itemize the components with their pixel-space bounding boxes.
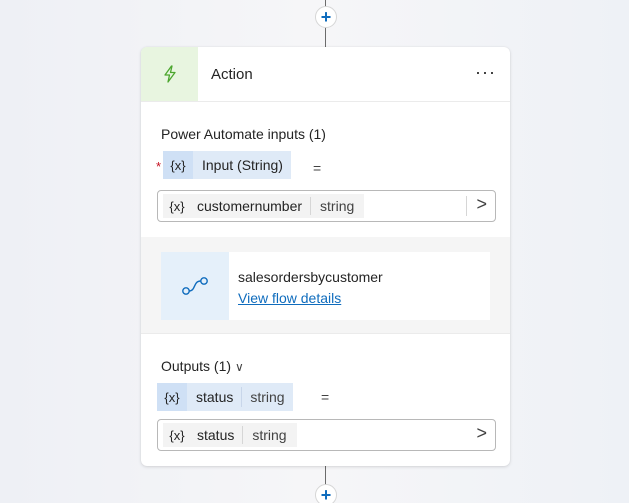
outputs-section-header[interactable]: Outputs (1) ∨	[161, 358, 244, 374]
card-header: Action ···	[141, 47, 510, 101]
view-flow-details-link[interactable]: View flow details	[238, 290, 341, 306]
chevron-right-icon[interactable]: >	[476, 423, 487, 444]
flow-name: salesordersbycustomer	[238, 269, 383, 285]
flow-connector-icon	[182, 277, 208, 295]
variable-icon: {x}	[163, 151, 193, 179]
output-variable-type: string	[250, 389, 285, 405]
equals-sign: =	[313, 160, 322, 176]
field-divider	[466, 196, 467, 216]
variable-icon: {x}	[169, 427, 185, 443]
input-value-name: customernumber	[197, 198, 303, 214]
equals-sign: =	[321, 389, 330, 405]
input-variable-chip[interactable]: {x} Input (String)	[163, 151, 291, 179]
input-variable-name: Input (String)	[202, 157, 283, 173]
variable-icon: {x}	[157, 383, 187, 411]
variable-icon: {x}	[169, 198, 185, 214]
action-card[interactable]: Action ··· Power Automate inputs (1) * {…	[141, 47, 510, 466]
plus-icon: +	[320, 485, 332, 503]
add-step-below-button[interactable]: +	[315, 484, 337, 503]
input-value-field[interactable]: {x} customernumber string >	[157, 190, 496, 222]
outputs-section-title: Outputs (1)	[161, 358, 232, 374]
more-options-icon[interactable]: ···	[475, 62, 496, 83]
output-variable-name: status	[196, 389, 234, 405]
inputs-section-title: Power Automate inputs (1)	[161, 126, 326, 142]
divider	[141, 101, 510, 102]
required-marker: *	[156, 159, 162, 174]
flow-icon-container	[161, 252, 229, 320]
flow-card[interactable]: salesordersbycustomer View flow details	[161, 252, 490, 320]
input-value-type: string	[320, 198, 355, 214]
output-value-field[interactable]: {x} status string >	[157, 419, 496, 451]
output-value-type: string	[252, 427, 287, 443]
lightning-icon	[163, 65, 176, 83]
output-variable-chip[interactable]: {x} status string	[157, 383, 293, 411]
output-value-chip[interactable]: {x} status string	[163, 423, 297, 447]
chevron-right-icon[interactable]: >	[476, 194, 487, 215]
divider	[141, 333, 510, 334]
chevron-down-icon[interactable]: ∨	[235, 360, 244, 374]
output-value-name: status	[197, 427, 235, 443]
add-step-above-button[interactable]: +	[315, 6, 337, 28]
flow-panel: salesordersbycustomer View flow details	[141, 237, 510, 333]
plus-icon: +	[320, 7, 332, 27]
action-icon-container	[141, 47, 198, 101]
card-title: Action	[211, 65, 253, 83]
input-value-chip[interactable]: {x} customernumber string	[163, 194, 365, 218]
